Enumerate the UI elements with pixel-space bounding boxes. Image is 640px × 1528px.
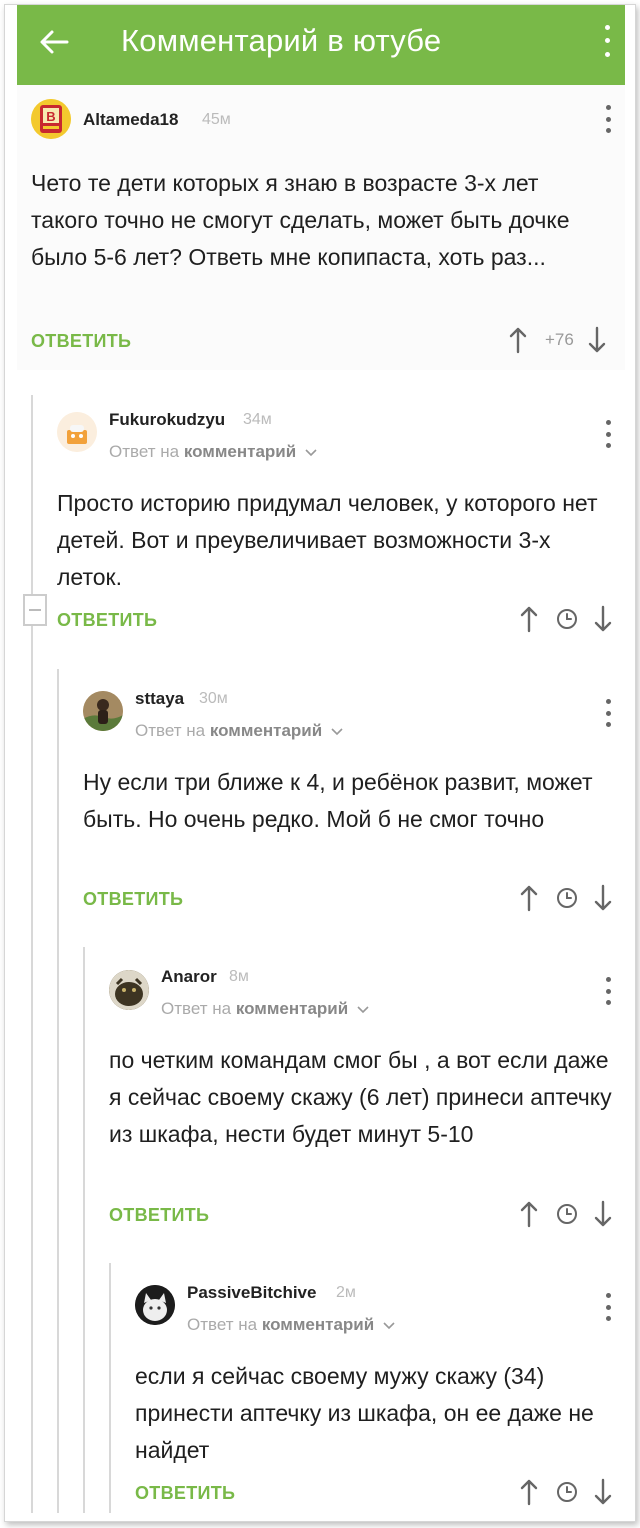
arrow-down-icon xyxy=(594,1478,612,1505)
comment-author[interactable]: PassiveBitchive xyxy=(187,1283,316,1303)
bookmark-clock-button[interactable] xyxy=(556,1481,578,1503)
comment: PassiveBitchive 2м Ответ на комментарий … xyxy=(5,5,635,1521)
downvote-button[interactable] xyxy=(594,1478,612,1506)
comment-menu-button[interactable] xyxy=(601,1293,615,1321)
reply-to-link[interactable]: Ответ на комментарий xyxy=(187,1315,395,1335)
reply-to-prefix: Ответ на xyxy=(187,1315,258,1334)
clock-icon xyxy=(557,1482,577,1502)
comment-time: 2м xyxy=(336,1284,356,1301)
comment-text: если я сейчас своему мужу скажу (34) при… xyxy=(135,1363,594,1463)
vote-controls xyxy=(520,1477,612,1507)
chevron-down-icon xyxy=(383,1321,395,1329)
upvote-button[interactable] xyxy=(520,1478,538,1506)
reply-to-target: комментарий xyxy=(261,1315,375,1334)
avatar[interactable] xyxy=(135,1285,175,1325)
arrow-up-icon xyxy=(520,1479,538,1506)
screen: Комментарий в ютубе B Altameda18 45м Чет… xyxy=(4,4,636,1522)
reply-button[interactable]: ОТВЕТИТЬ xyxy=(135,1483,235,1504)
